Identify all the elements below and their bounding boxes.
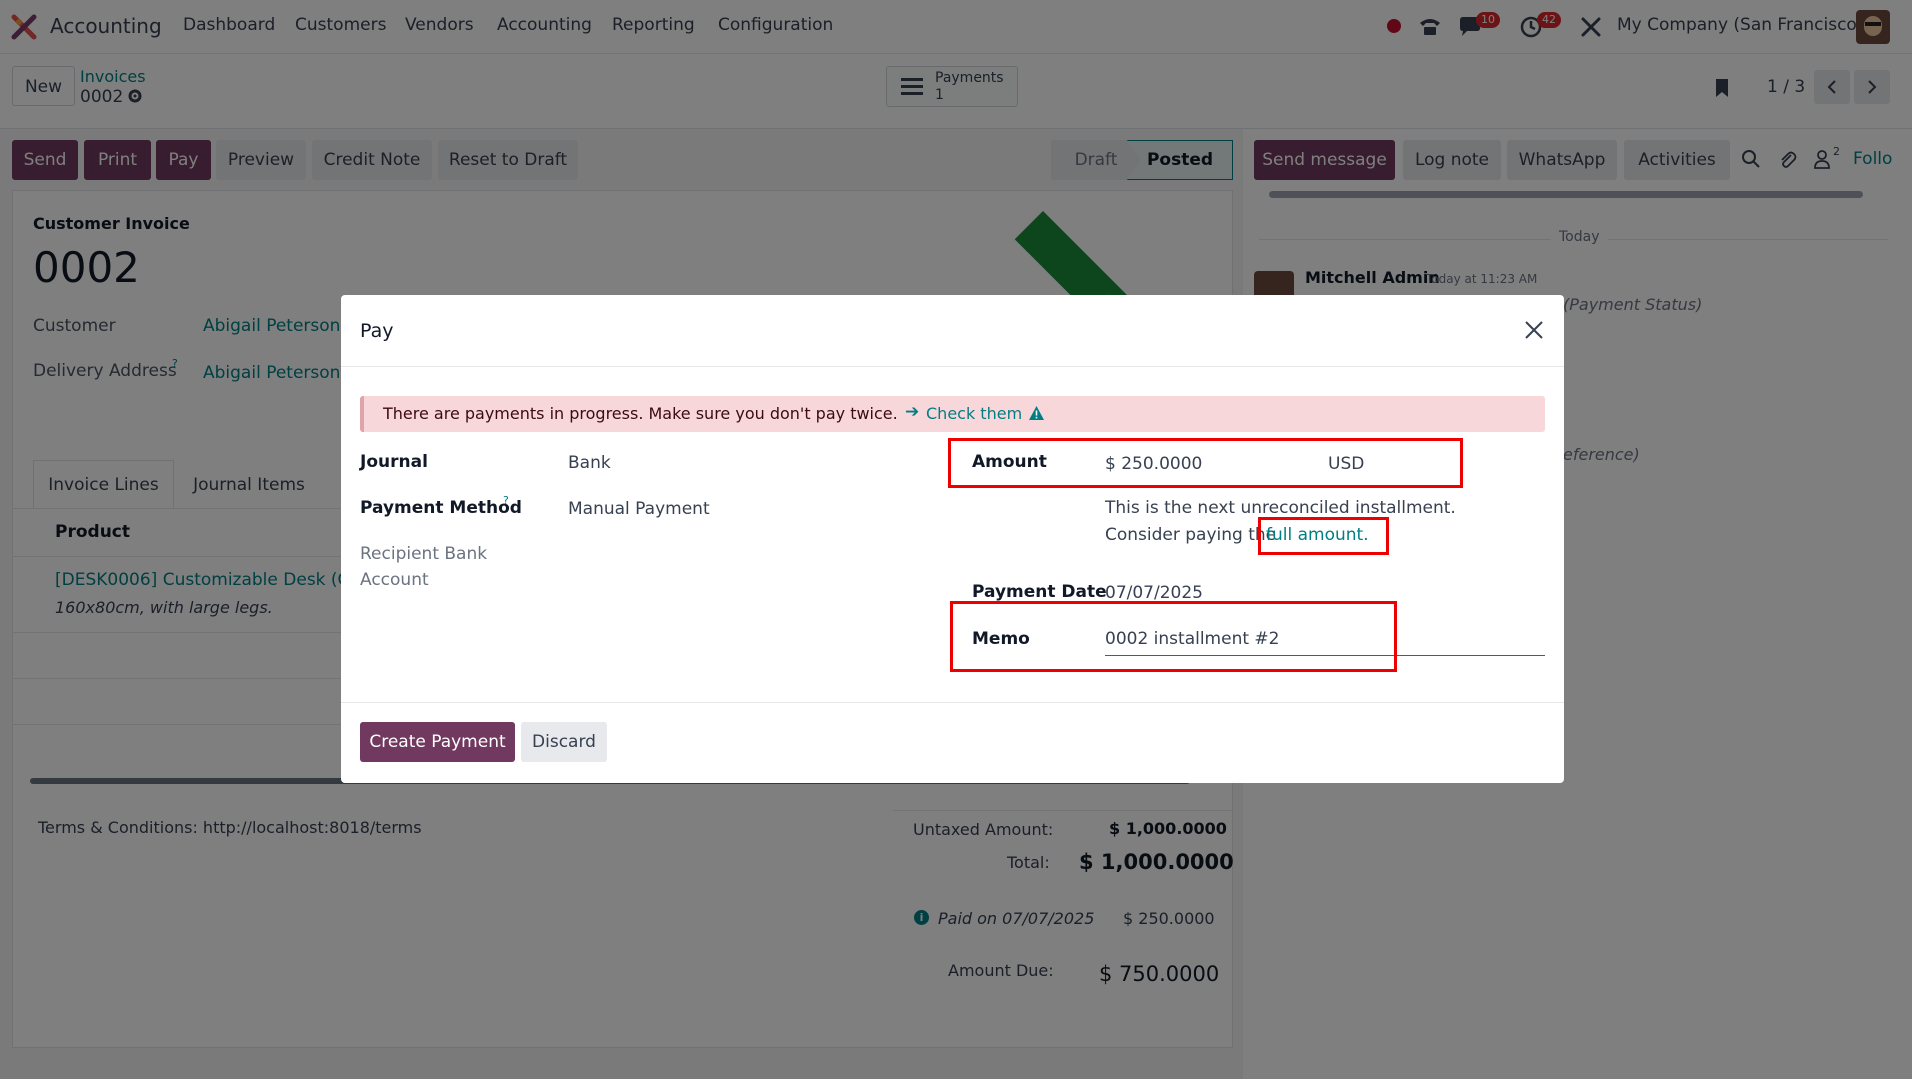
payments-in-progress-alert: There are payments in progress. Make sur… (360, 396, 1545, 432)
journal-field[interactable]: Bank (568, 453, 611, 473)
recipient-bank-label-line1: Recipient Bank (360, 544, 488, 564)
payment-method-field[interactable]: Manual Payment (568, 499, 710, 519)
amount-highlight-box (948, 438, 1463, 488)
recipient-bank-label-line2: Account (360, 570, 429, 590)
pay-dialog: Pay There are payments in progress. Make… (341, 295, 1564, 783)
check-them-link[interactable]: Check them (926, 404, 1022, 423)
full-amount-highlight-box (1258, 517, 1389, 555)
journal-label: Journal (360, 452, 428, 472)
close-icon[interactable] (1524, 320, 1544, 340)
warning-icon (1029, 406, 1044, 420)
arrow-right-icon: ➔ (905, 402, 920, 422)
payment-date-field[interactable]: 07/07/2025 (1105, 583, 1203, 603)
payment-method-help-icon[interactable]: ? (503, 494, 509, 507)
memo-highlight-box (950, 601, 1397, 672)
payment-method-label: Payment Method (360, 498, 522, 518)
consider-paying-text: Consider paying the (1105, 525, 1277, 545)
alert-text: There are payments in progress. Make sur… (383, 404, 898, 423)
discard-button[interactable]: Discard (521, 722, 607, 762)
create-payment-button[interactable]: Create Payment (360, 722, 515, 762)
installment-note: This is the next unreconciled installmen… (1105, 498, 1456, 518)
payment-date-label: Payment Date (972, 582, 1107, 602)
dialog-title: Pay (360, 320, 394, 342)
